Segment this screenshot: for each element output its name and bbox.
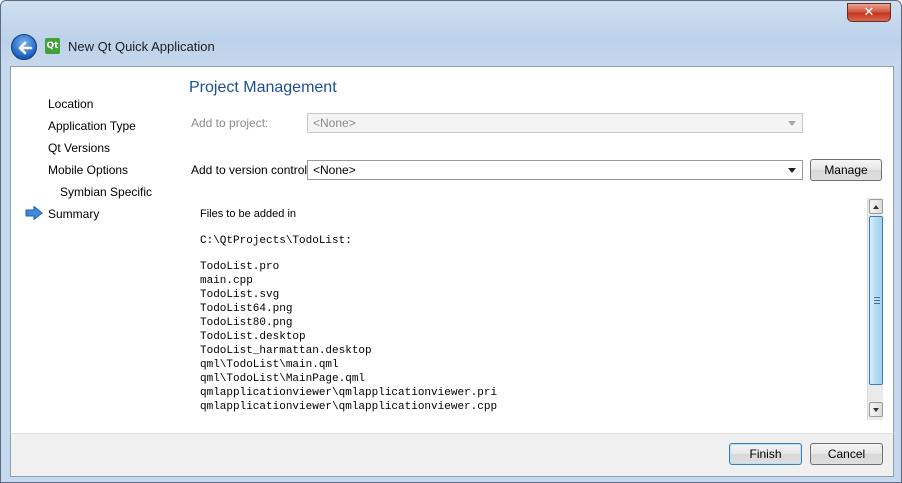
scroll-thumb[interactable]: [869, 216, 883, 385]
nav-item-mobile-options: Mobile Options: [48, 163, 129, 177]
files-summary-text[interactable]: Files to be added in C:\QtProjects\TodoL…: [190, 198, 867, 420]
cancel-button[interactable]: Cancel: [810, 443, 883, 465]
version-control-combo[interactable]: <None>: [307, 160, 803, 180]
files-heading: Files to be added in: [200, 208, 297, 220]
nav-item-location: Location: [48, 97, 94, 111]
scroll-up-button[interactable]: [869, 199, 883, 214]
add-to-project-label: Add to project:: [191, 116, 269, 130]
window-title: New Qt Quick Application: [68, 39, 215, 54]
files-scrollbar[interactable]: [867, 198, 883, 420]
nav-item-application-type: Application Type: [48, 119, 136, 133]
grip-line: [874, 297, 880, 298]
arrow-right-icon: [25, 206, 43, 220]
chevron-down-icon: [788, 121, 796, 126]
add-to-project-value: <None>: [313, 116, 356, 130]
file-list-item: qml\TodoList\MainPage.qml: [200, 373, 366, 385]
file-list-item: qmlapplicationviewer\qmlapplicationviewe…: [200, 401, 498, 413]
chevron-down-icon: [788, 168, 796, 173]
close-button[interactable]: ✕: [847, 3, 891, 22]
nav-item-qt-versions: Qt Versions: [48, 141, 111, 155]
close-icon: ✕: [863, 5, 875, 20]
file-list-item: TodoList.svg: [200, 289, 280, 301]
add-to-vcs-label: Add to version control:: [191, 163, 311, 177]
file-list-item: TodoList64.png: [200, 303, 293, 315]
file-list-item: qml\TodoList\main.qml: [200, 359, 339, 371]
chevron-up-icon: [873, 205, 879, 209]
version-control-value: <None>: [313, 163, 356, 177]
file-list-item: TodoList80.png: [200, 317, 293, 329]
back-arrow-icon: [18, 41, 33, 55]
grip-line: [874, 300, 880, 301]
nav-item-symbian-specific: Symbian Specific: [60, 185, 153, 199]
file-list-item: TodoList_harmattan.desktop: [200, 345, 372, 357]
add-to-project-combo: <None>: [307, 113, 803, 133]
manage-button[interactable]: Manage: [810, 159, 882, 181]
page-title: Project Management: [189, 79, 337, 96]
grip-line: [874, 303, 880, 304]
wizard-window: ✕ Qt New Qt Quick Application Location A…: [0, 0, 902, 483]
qt-logo-icon: Qt: [45, 38, 60, 54]
file-list-item: TodoList.desktop: [200, 331, 306, 343]
scroll-down-button[interactable]: [869, 402, 883, 417]
file-list-item: main.cpp: [200, 275, 253, 287]
nav-item-summary: Summary: [48, 207, 100, 221]
file-list-item: qmlapplicationviewer\qmlapplicationviewe…: [200, 387, 498, 399]
files-directory: C:\QtProjects\TodoList:: [200, 235, 352, 247]
finish-button[interactable]: Finish: [729, 443, 802, 465]
chevron-down-icon: [873, 408, 879, 412]
back-button[interactable]: [11, 34, 37, 60]
file-list-item: TodoList.pro: [200, 261, 280, 273]
